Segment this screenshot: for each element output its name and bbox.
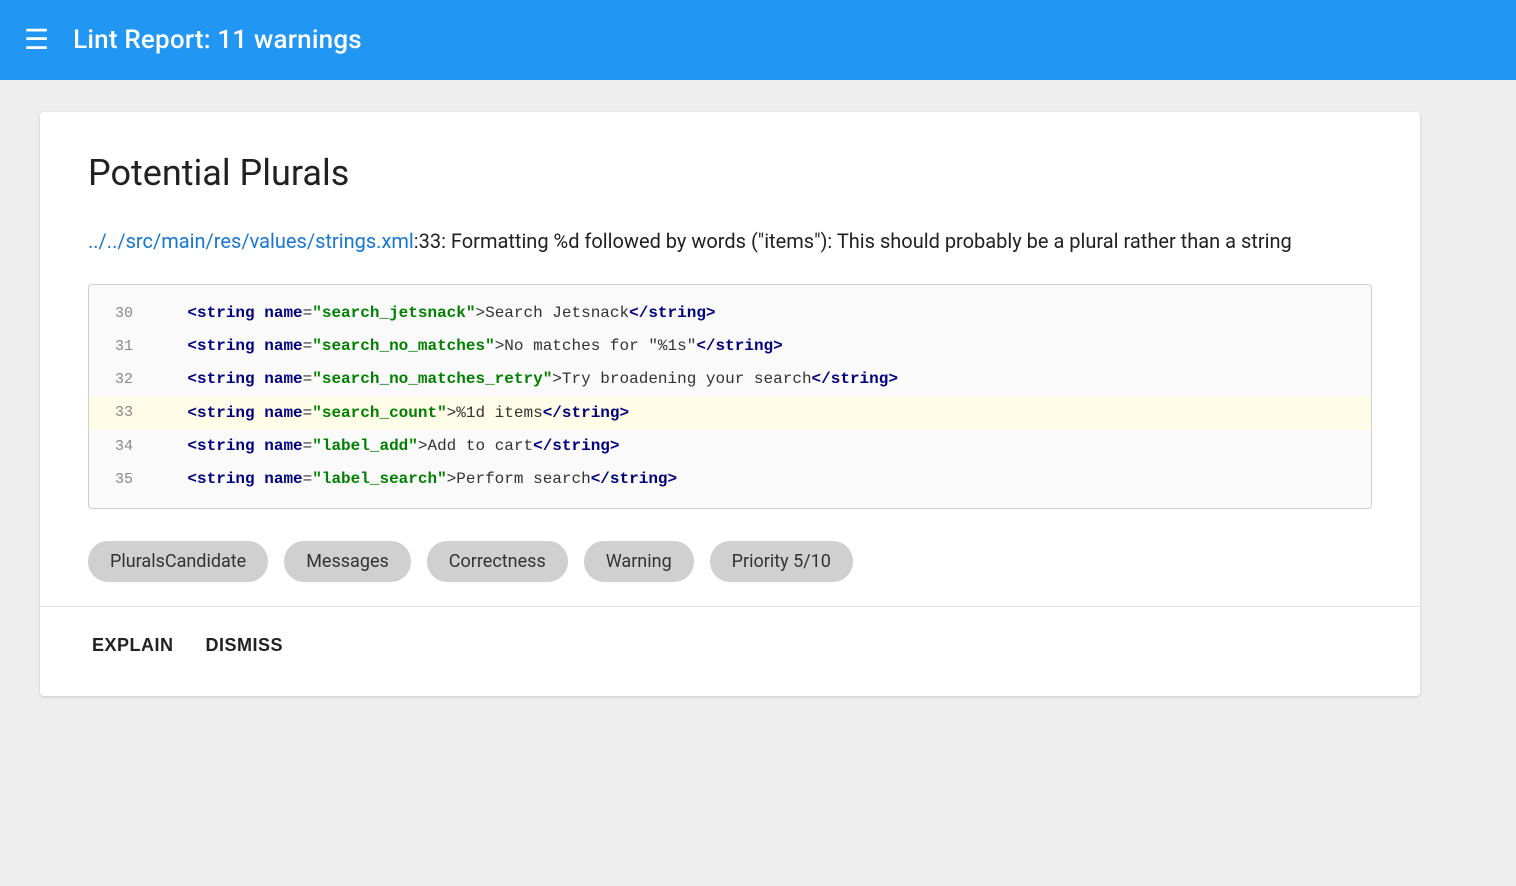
chip[interactable]: PluralsCandidate xyxy=(88,541,268,582)
code-content: <string name="search_no_matches_retry">T… xyxy=(149,366,898,393)
line-number: 31 xyxy=(89,334,149,360)
line-number: 34 xyxy=(89,434,149,460)
code-content: <string name="search_jetsnack">Search Je… xyxy=(149,300,716,327)
issue-description-text: :33: Formatting %d followed by words ("i… xyxy=(414,229,1292,253)
code-content: <string name="label_search">Perform sear… xyxy=(149,466,677,493)
line-number: 33 xyxy=(89,400,149,426)
dismiss-button[interactable]: DISMISS xyxy=(202,627,288,664)
code-line: 33 <string name="search_count">%1d items… xyxy=(89,397,1371,430)
code-content: <string name="search_count">%1d items</s… xyxy=(149,400,629,427)
app-bar: ☰ Lint Report: 11 warnings xyxy=(0,0,1516,80)
card: Potential Plurals ../../src/main/res/val… xyxy=(40,112,1420,696)
chip[interactable]: Messages xyxy=(284,541,411,582)
explain-button[interactable]: EXPLAIN xyxy=(88,627,178,664)
chip[interactable]: Priority 5/10 xyxy=(710,541,853,582)
line-number: 35 xyxy=(89,467,149,493)
code-block: 30 <string name="search_jetsnack">Search… xyxy=(88,284,1372,509)
chip[interactable]: Warning xyxy=(584,541,694,582)
issue-description: ../../src/main/res/values/strings.xml:33… xyxy=(88,226,1372,256)
app-bar-title: Lint Report: 11 warnings xyxy=(73,25,362,55)
issue-file-link[interactable]: ../../src/main/res/values/strings.xml xyxy=(88,229,414,253)
code-line: 32 <string name="search_no_matches_retry… xyxy=(89,363,1371,396)
main-content: Potential Plurals ../../src/main/res/val… xyxy=(0,80,1516,728)
card-actions: EXPLAIN DISMISS xyxy=(88,607,1372,664)
line-number: 30 xyxy=(89,301,149,327)
code-line: 31 <string name="search_no_matches">No m… xyxy=(89,330,1371,363)
code-line: 35 <string name="label_search">Perform s… xyxy=(89,463,1371,496)
code-line: 34 <string name="label_add">Add to cart<… xyxy=(89,430,1371,463)
line-number: 32 xyxy=(89,367,149,393)
menu-icon[interactable]: ☰ xyxy=(24,26,49,54)
tags-row: PluralsCandidate Messages Correctness Warni… xyxy=(88,541,1372,582)
card-title: Potential Plurals xyxy=(88,152,1372,194)
code-line: 30 <string name="search_jetsnack">Search… xyxy=(89,297,1371,330)
code-content: <string name="label_add">Add to cart</st… xyxy=(149,433,620,460)
code-content: <string name="search_no_matches">No matc… xyxy=(149,333,783,360)
chip[interactable]: Correctness xyxy=(427,541,568,582)
